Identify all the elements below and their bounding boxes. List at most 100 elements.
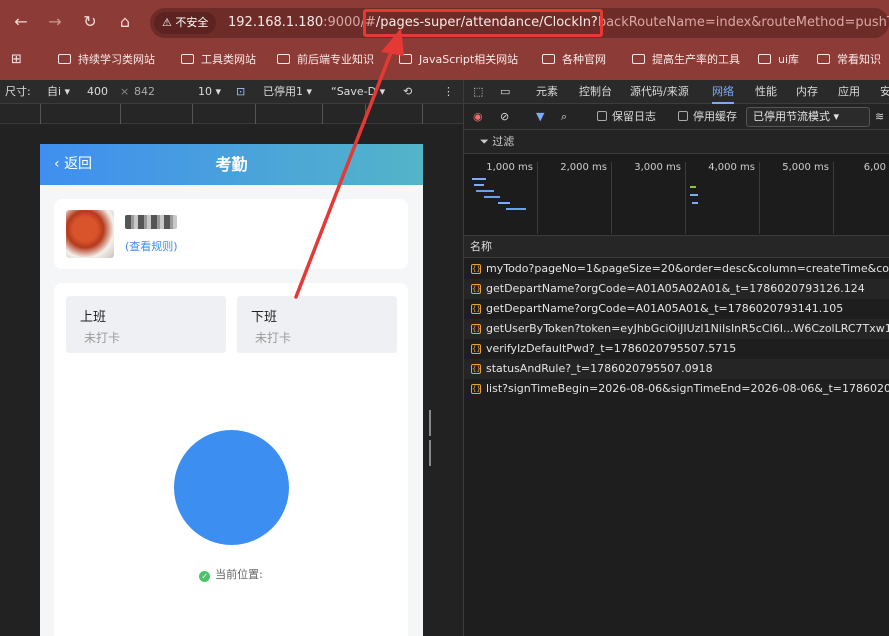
bookmark-folder[interactable]: 持续学习类网站 (58, 50, 155, 70)
tab-network[interactable]: 网络 (712, 80, 734, 104)
rotate-icon[interactable]: ⟲ (403, 80, 412, 104)
folder-icon (632, 54, 645, 64)
more-options-icon[interactable]: ⋮ (443, 80, 454, 104)
inspect-element-icon[interactable]: ⬚ (473, 80, 483, 104)
folder-icon (758, 54, 771, 64)
timeline-bar (690, 194, 698, 196)
phone-screen: 考勤 ‹ 返回 (查看规则) 上班 未打卡 下班 未打卡 ✓ 当前位置: (40, 144, 423, 636)
folder-icon (817, 54, 830, 64)
timeline-bar (498, 202, 510, 204)
url-highlight-box (363, 9, 603, 37)
tab-console[interactable]: 控制台 (579, 80, 612, 104)
record-icon[interactable]: ◉ (473, 104, 483, 130)
filter-icon[interactable]: ▼ (536, 104, 544, 130)
request-row[interactable]: {} verifyIzDefaultPwd?_t=1786020795507.57… (464, 339, 889, 359)
xhr-icon: {} (471, 344, 481, 354)
timeline-bar (506, 208, 526, 210)
request-row[interactable]: {} getDepartName?orgCode=A01A05A02A01&_t=… (464, 279, 889, 299)
funnel-icon: ⏷ (480, 135, 493, 148)
xhr-icon: {} (471, 304, 481, 314)
apps-grid-icon[interactable]: ⊞ (11, 50, 22, 70)
request-row[interactable]: {} getUserByToken?token=eyJhbGciOiJIUzI1N… (464, 319, 889, 339)
tab-performance[interactable]: 性能 (755, 80, 777, 104)
home-icon[interactable]: ⌂ (113, 10, 137, 34)
shift-title: 上班 (80, 310, 107, 325)
xhr-icon: {} (471, 384, 481, 394)
security-indicator[interactable]: ⚠ 不安全 (154, 12, 217, 34)
device-select[interactable]: 自i ▾ (47, 80, 70, 104)
reload-icon[interactable]: ↻ (78, 10, 102, 34)
back-arrow-icon[interactable]: ← (9, 10, 33, 34)
preserve-log-checkbox[interactable]: 保留日志 (597, 104, 656, 130)
url-query: backRouteName=index&routeMethod=pushTab (597, 15, 889, 30)
filter-bar: ⏷ 过滤 (464, 130, 889, 154)
device-viewport: 考勤 ‹ 返回 (查看规则) 上班 未打卡 下班 未打卡 ✓ 当前位置: (0, 124, 463, 636)
tab-application[interactable]: 应用 (838, 80, 860, 104)
timeline-bar (476, 190, 494, 192)
filter-input[interactable]: ⏷ 过滤 (480, 130, 514, 154)
timeline-tick: 3,000 ms (612, 162, 686, 234)
request-list: {} myTodo?pageNo=1&pageSize=20&order=desc… (464, 259, 889, 399)
view-rules-link[interactable]: (查看规则) (125, 238, 178, 254)
folder-icon (542, 54, 555, 64)
tab-sources[interactable]: 源代码/来源 (630, 80, 689, 104)
wifi-icon[interactable]: ≋ (875, 104, 884, 130)
avatar (66, 210, 114, 258)
search-icon[interactable]: ⌕ (561, 104, 567, 130)
tab-memory[interactable]: 内存 (796, 80, 818, 104)
chevron-left-icon: ‹ (54, 156, 65, 172)
folder-icon (277, 54, 290, 64)
shift-card-off-duty[interactable]: 下班 未打卡 (237, 296, 397, 353)
capture-icon[interactable]: ⊡ (236, 80, 245, 104)
bookmark-folder[interactable]: ui库 (758, 50, 799, 70)
request-row[interactable]: {} list?signTimeBegin=2026-08-06&signTime… (464, 379, 889, 399)
disable-cache-checkbox[interactable]: 停用缓存 (678, 104, 737, 130)
viewport-ruler (0, 104, 463, 124)
zoom-select[interactable]: 10 ▾ (198, 80, 221, 104)
device-toggle-icon[interactable]: ▭ (500, 80, 510, 104)
height-input[interactable]: 842 (134, 80, 155, 104)
name-column-header[interactable]: 名称 (464, 236, 889, 258)
clear-icon[interactable]: ⊘ (500, 104, 509, 130)
ruler-mark (255, 104, 256, 124)
timeline-bar (484, 196, 500, 198)
ruler-mark (322, 104, 323, 124)
back-button[interactable]: ‹ 返回 (54, 144, 92, 185)
bookmark-folder[interactable]: JavaScript相关网站 (399, 50, 518, 70)
devtools-tabs: ⬚ ▭ 元素 控制台 源代码/来源 网络 性能 内存 应用 安 (464, 80, 889, 104)
throttle-select[interactable]: 已停用1 ▾ (263, 80, 312, 104)
save-data-select[interactable]: “Save-D ▾ (331, 80, 385, 104)
xhr-icon: {} (471, 284, 481, 294)
ruler-mark (422, 104, 423, 124)
bookmark-folder[interactable]: 工具类网站 (181, 50, 256, 70)
folder-icon (399, 54, 412, 64)
forward-arrow-icon[interactable]: → (43, 10, 67, 34)
tab-elements[interactable]: 元素 (536, 80, 558, 104)
clock-in-button[interactable] (174, 430, 289, 545)
timeline-tick: 1,000 ms (464, 162, 538, 234)
throttling-select[interactable]: 已停用节流模式 ▾ (746, 107, 870, 127)
folder-icon (58, 54, 71, 64)
ruler-mark (40, 104, 41, 124)
tab-security[interactable]: 安 (880, 80, 889, 104)
clock-in-card: 上班 未打卡 下班 未打卡 ✓ 当前位置: (54, 283, 408, 636)
request-row[interactable]: {} myTodo?pageNo=1&pageSize=20&order=desc… (464, 259, 889, 279)
bookmark-folder[interactable]: 常看知识 (817, 50, 881, 70)
resize-handle[interactable] (429, 410, 435, 466)
page-title: 考勤 (215, 155, 248, 174)
bookmark-folder[interactable]: 提高生产率的工具 (632, 50, 740, 70)
request-row[interactable]: {} getDepartName?orgCode=A01A05A01&_t=178… (464, 299, 889, 319)
warning-icon: ⚠ (162, 16, 176, 29)
timeline-bar (690, 186, 696, 188)
shift-card-on-duty[interactable]: 上班 未打卡 (66, 296, 226, 353)
width-input[interactable]: 400 (87, 80, 108, 104)
timeline-tick: 5,000 ms (760, 162, 834, 234)
bookmark-folder[interactable]: 各种官网 (542, 50, 606, 70)
bookmark-folder[interactable]: 前后端专业知识 (277, 50, 374, 70)
network-timeline: 1,000 ms 2,000 ms 3,000 ms 4,000 ms 5,00… (464, 154, 889, 236)
xhr-icon: {} (471, 264, 481, 274)
page-header: 考勤 ‹ 返回 (40, 144, 423, 185)
shift-status: 未打卡 (84, 331, 121, 345)
request-row[interactable]: {} statusAndRule?_t=1786020795507.0918 (464, 359, 889, 379)
device-toolbar: 尺寸: 自i ▾ 400 × 842 10 ▾ ⊡ 已停用1 ▾ “Save-D… (0, 80, 463, 104)
